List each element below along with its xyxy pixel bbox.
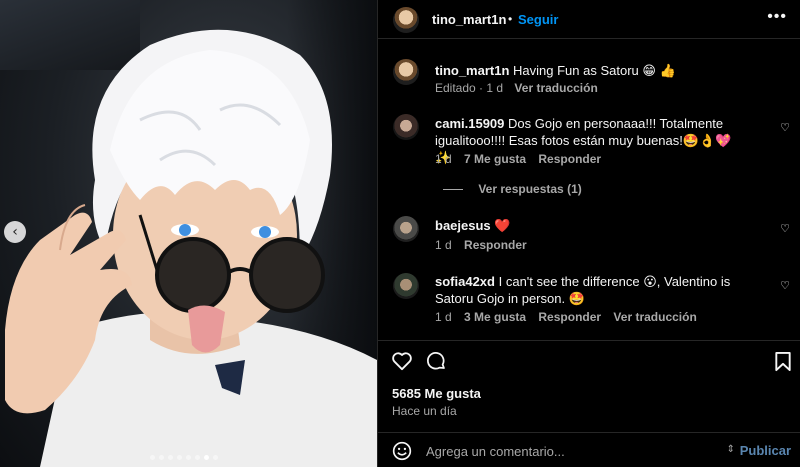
post-header: tino_mart1n • Seguir •••: [378, 0, 800, 39]
comment-reply-button[interactable]: Responder: [538, 152, 601, 166]
caption-edited: Editado: [435, 81, 476, 95]
photo-illustration: [5, 29, 377, 467]
comment-translate[interactable]: Ver traducción: [613, 310, 696, 324]
carousel-dot: [204, 455, 209, 460]
author-avatar[interactable]: [393, 7, 419, 33]
comment-text: ❤️: [494, 218, 511, 233]
follow-button[interactable]: Seguir: [518, 12, 558, 27]
comment-reply-button[interactable]: Responder: [464, 238, 527, 252]
like-comment-heart-icon[interactable]: ♡: [780, 279, 790, 292]
post-photo[interactable]: ‹: [0, 0, 377, 467]
comment-input[interactable]: [426, 440, 706, 462]
comment-likes[interactable]: 3 Me gusta: [464, 310, 526, 324]
comment-reply-button[interactable]: Responder: [538, 310, 601, 324]
previous-photo-button[interactable]: ‹: [4, 221, 26, 243]
view-replies-label[interactable]: Ver respuestas (1): [478, 182, 581, 196]
caption-avatar[interactable]: [393, 59, 419, 85]
caption-text: Having Fun as Satoru 😁 👍: [513, 63, 676, 78]
add-comment-bar: ⇕ Publicar: [378, 432, 800, 467]
comment-time[interactable]: 1 d: [435, 152, 452, 166]
publish-button[interactable]: Publicar: [740, 443, 791, 458]
carousel-indicator: [150, 455, 218, 460]
resize-grip-icon: ⇕: [726, 444, 735, 455]
caption-username[interactable]: tino_mart1n: [435, 63, 509, 78]
chevron-left-icon: ‹: [12, 224, 18, 240]
carousel-dot: [177, 455, 182, 460]
commenter-avatar[interactable]: [393, 273, 419, 299]
like-heart-icon[interactable]: [391, 351, 413, 371]
comment-likes[interactable]: 7 Me gusta: [464, 152, 526, 166]
carousel-dot: [186, 455, 191, 460]
comment-username[interactable]: baejesus: [435, 218, 491, 233]
caption-translate[interactable]: Ver traducción: [514, 81, 597, 95]
comment-time[interactable]: 1 d: [435, 310, 452, 324]
emoji-icon[interactable]: [392, 441, 412, 461]
header-separator: •: [508, 12, 513, 26]
view-replies-toggle[interactable]: Ver respuestas (1): [443, 182, 582, 196]
comment-username[interactable]: sofia42xd: [435, 274, 495, 289]
post-timestamp[interactable]: Hace un día: [392, 404, 457, 418]
post-actions: 5685 Me gusta Hace un día: [378, 340, 800, 432]
comment-bubble-icon[interactable]: [426, 351, 447, 372]
commenter-avatar[interactable]: [393, 216, 419, 242]
caption-time[interactable]: 1 d: [486, 81, 503, 95]
save-bookmark-icon[interactable]: [774, 351, 792, 372]
like-comment-heart-icon[interactable]: ♡: [780, 222, 790, 235]
carousel-dot: [195, 455, 200, 460]
author-username[interactable]: tino_mart1n: [432, 12, 506, 27]
carousel-dot: [150, 455, 155, 460]
comment-time[interactable]: 1 d: [435, 238, 452, 252]
carousel-dot: [168, 455, 173, 460]
carousel-dot: [159, 455, 164, 460]
caption-sep: ·: [479, 81, 484, 95]
carousel-dot: [213, 455, 218, 460]
commenter-avatar[interactable]: [393, 114, 419, 140]
likes-count[interactable]: 5685 Me gusta: [392, 386, 481, 401]
view-replies-line: [443, 189, 463, 191]
more-options-icon[interactable]: •••: [767, 8, 787, 26]
post-side-panel: tino_mart1n • Seguir ••• tino_mart1n Hav…: [377, 0, 800, 467]
comment-username[interactable]: cami.15909: [435, 116, 504, 131]
like-comment-heart-icon[interactable]: ♡: [780, 121, 790, 134]
